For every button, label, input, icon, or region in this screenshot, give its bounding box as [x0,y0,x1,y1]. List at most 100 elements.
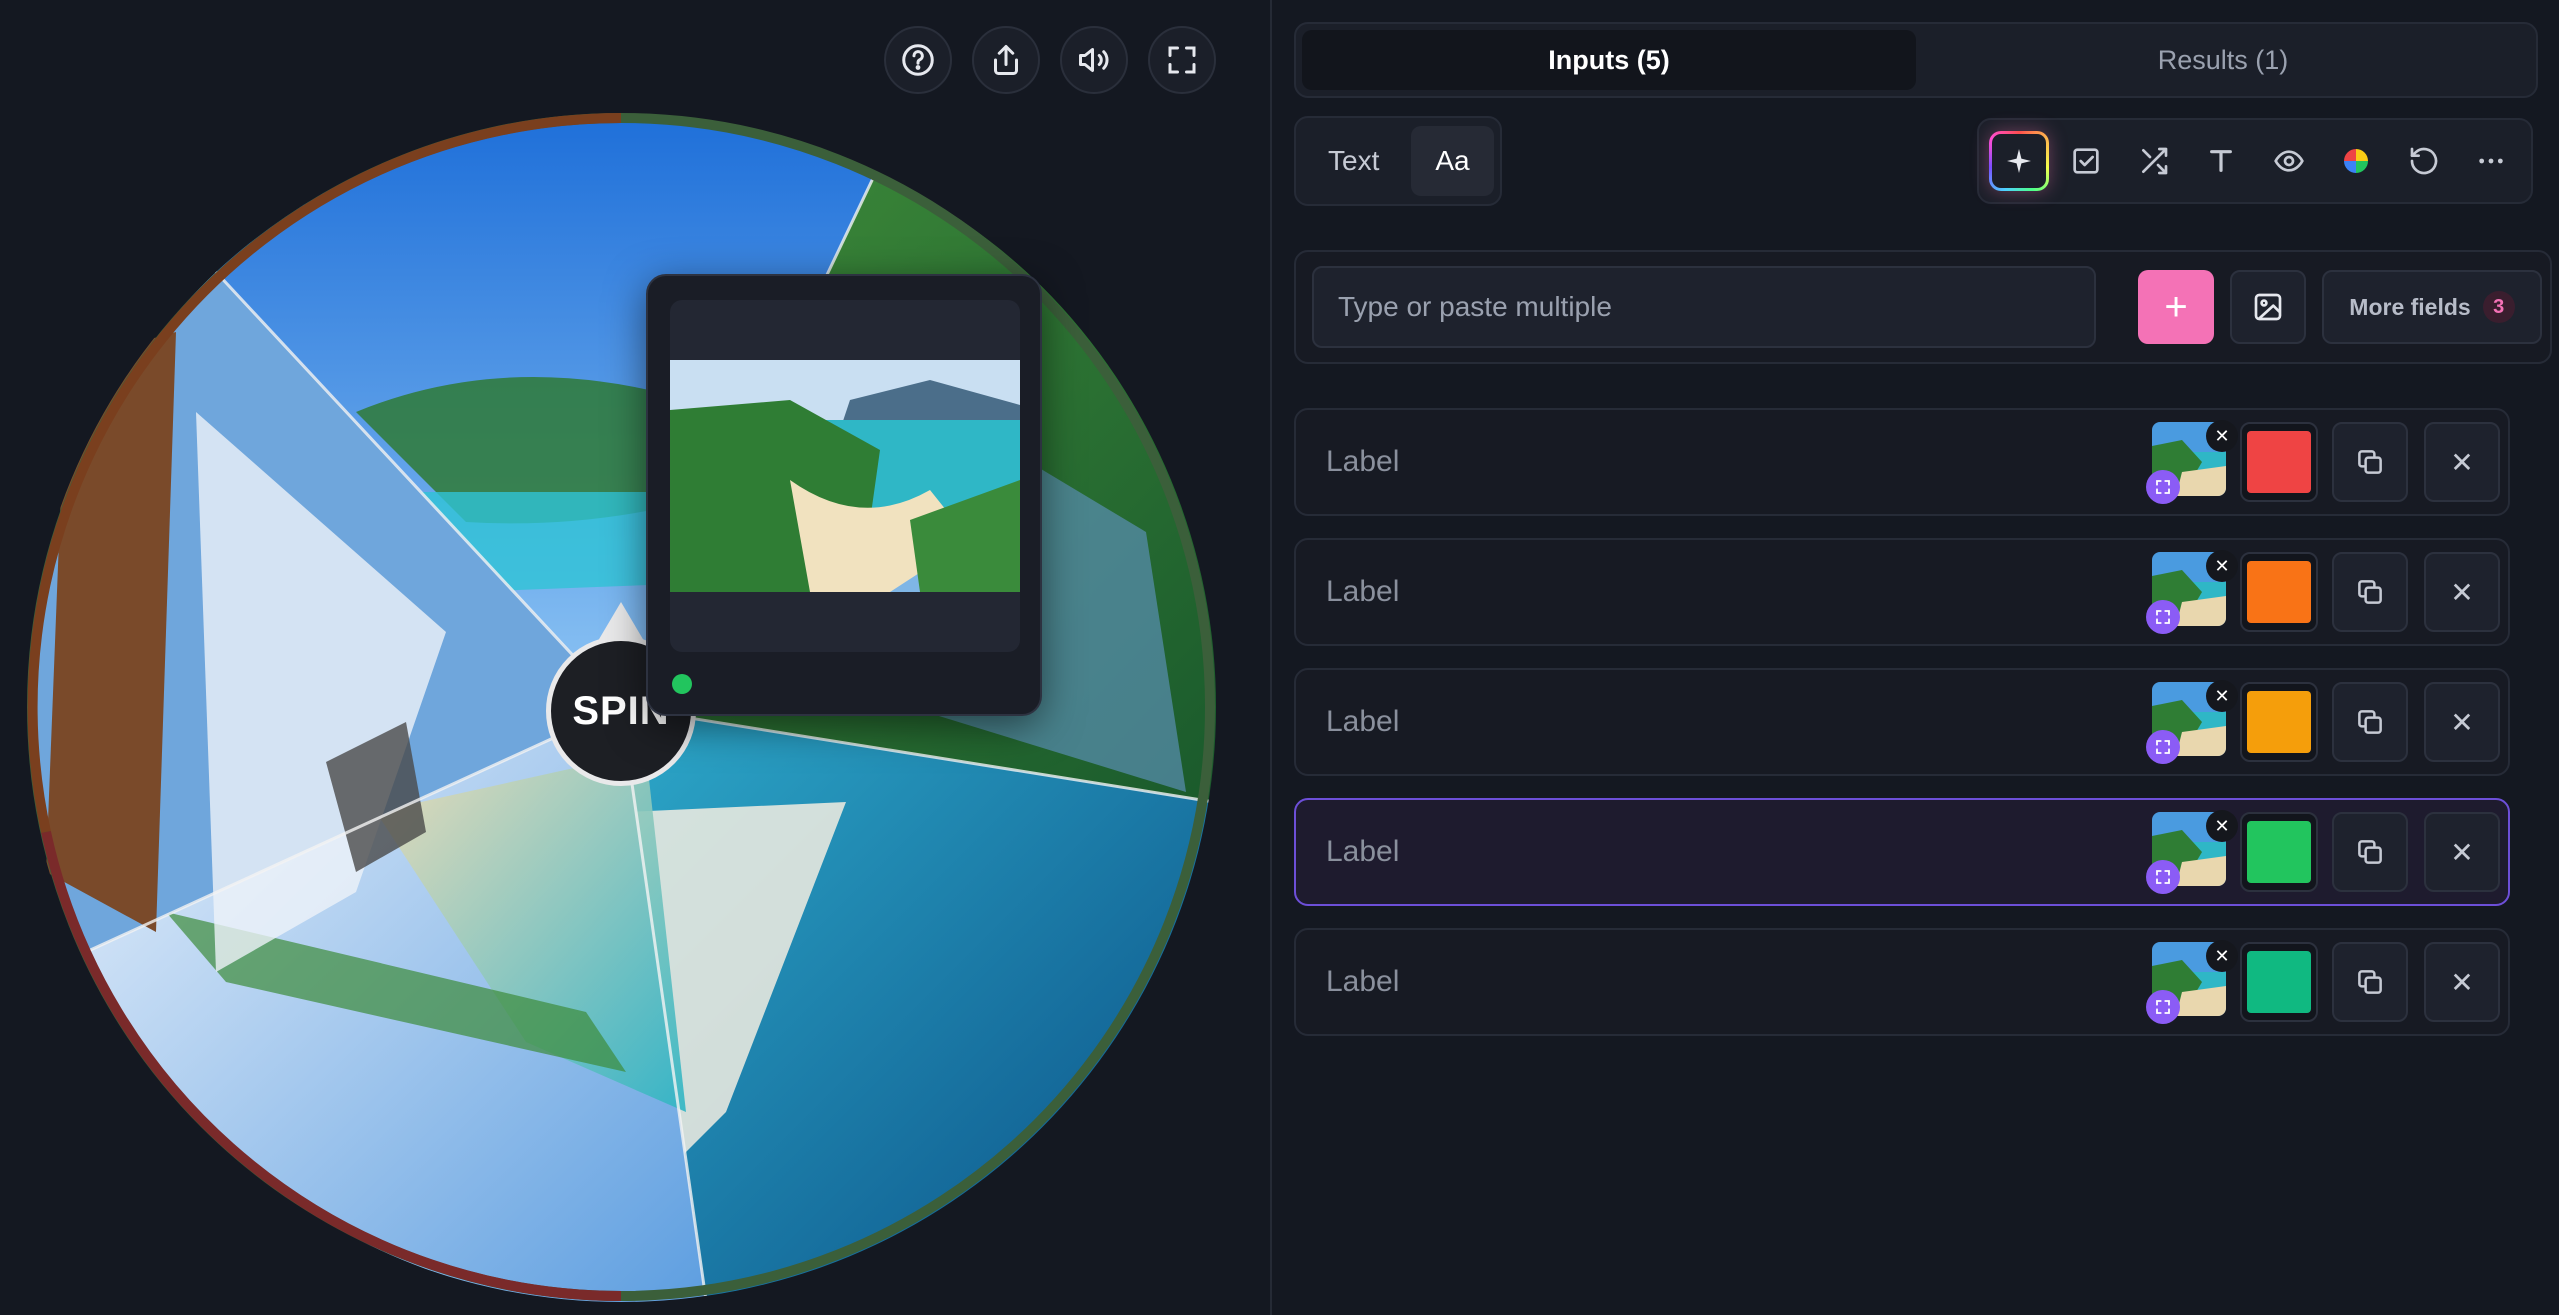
fullscreen-button[interactable] [1148,26,1216,94]
remove-image-button[interactable]: ✕ [2206,420,2238,452]
crop-icon [2156,740,2170,754]
entry-color-picker[interactable] [2240,942,2318,1022]
crop-image-button[interactable] [2146,470,2180,504]
plus-icon: + [2164,284,2188,329]
text-format-button[interactable] [2192,131,2252,191]
status-dot [672,674,692,694]
close-icon: ✕ [2450,576,2474,608]
remove-image-button[interactable]: ✕ [2206,550,2238,582]
close-icon: ✕ [2450,966,2474,998]
remove-image-button[interactable]: ✕ [2206,680,2238,712]
delete-entry-button[interactable]: ✕ [2424,682,2500,762]
close-icon: ✕ [2450,446,2474,478]
duplicate-entry-button[interactable] [2332,942,2408,1022]
help-icon [902,44,934,76]
delete-entry-button[interactable]: ✕ [2424,422,2500,502]
entry-row: Label ✕ ✕ [1294,668,2510,776]
shuffle-icon [2141,147,2168,175]
entry-color-picker[interactable] [2240,552,2318,632]
copy-icon [2358,840,2382,864]
duplicate-entry-button[interactable] [2332,682,2408,762]
ai-generate-button[interactable] [1989,131,2049,191]
input-mode-switch: Text Aa [1294,116,1502,206]
duplicate-entry-button[interactable] [2332,422,2408,502]
entry-label-input[interactable]: Label [1326,410,2106,514]
entry-row: Label ✕ ✕ [1294,798,2510,906]
color-wheel-icon [2344,149,2369,173]
crop-image-button[interactable] [2146,600,2180,634]
delete-entry-button[interactable]: ✕ [2424,942,2500,1022]
entry-label-input[interactable]: Label [1326,800,2106,904]
close-icon: ✕ [2450,706,2474,738]
wheel-panel: SPIN [0,0,1270,1315]
crop-icon [2156,870,2170,884]
preview-image [670,360,1020,592]
entry-label-input[interactable]: Label [1326,670,2106,774]
sound-button[interactable] [1060,26,1128,94]
fullscreen-icon [1168,46,1196,74]
add-entry-button[interactable]: + [2138,270,2214,344]
reset-button[interactable] [2394,131,2454,191]
color-theme-button[interactable] [2327,131,2387,191]
crop-image-button[interactable] [2146,990,2180,1024]
shuffle-button[interactable] [2124,131,2184,191]
more-icon [2479,158,2504,164]
share-button[interactable] [972,26,1040,94]
checkbox-icon [2073,148,2099,174]
crop-image-button[interactable] [2146,730,2180,764]
entry-row: Label ✕ ✕ [1294,928,2510,1036]
delete-entry-button[interactable]: ✕ [2424,552,2500,632]
remove-image-button[interactable]: ✕ [2206,940,2238,972]
wheel-toolbar [884,26,1216,94]
entry-color-picker[interactable] [2240,422,2318,502]
tab-inputs[interactable]: Inputs (5) [1302,30,1916,90]
select-all-button[interactable] [2057,131,2117,191]
crop-icon [2156,480,2170,494]
mode-case-button[interactable]: Aa [1411,126,1494,196]
image-icon [2254,293,2282,321]
crop-icon [2156,610,2170,624]
close-icon: ✕ [2450,836,2474,868]
entry-color-picker[interactable] [2240,812,2318,892]
entry-color-picker[interactable] [2240,682,2318,762]
remove-image-button[interactable]: ✕ [2206,810,2238,842]
entry-row: Label ✕ ✕ [1294,408,2510,516]
visibility-button[interactable] [2259,131,2319,191]
entry-bar: + More fields 3 [1294,250,2552,364]
crop-image-button[interactable] [2146,860,2180,894]
entries-list: Label ✕ ✕ Label ✕ ✕ Label ✕ ✕ Label ✕ ✕ … [1294,408,2510,1058]
duplicate-entry-button[interactable] [2332,812,2408,892]
more-options-button[interactable] [2462,131,2522,191]
entry-label-input[interactable]: Label [1326,540,2106,644]
reset-icon [2410,147,2438,175]
more-fields-label: More fields [2349,293,2471,320]
copy-icon [2358,580,2382,604]
delete-entry-button[interactable]: ✕ [2424,812,2500,892]
text-format-icon [2210,150,2233,172]
add-image-button[interactable] [2230,270,2306,344]
color-swatch [2247,561,2311,623]
eye-icon [2273,150,2304,172]
help-button[interactable] [884,26,952,94]
bulk-entry-input[interactable] [1312,266,2096,348]
tab-results[interactable]: Results (1) [1916,30,2530,90]
entry-label-input[interactable]: Label [1326,930,2106,1034]
duplicate-entry-button[interactable] [2332,552,2408,632]
color-swatch [2247,821,2311,883]
crop-icon [2156,1000,2170,1014]
color-swatch [2247,691,2311,753]
copy-icon [2358,710,2382,734]
color-swatch [2247,431,2311,493]
ai-sparkle-icon [2006,149,2031,173]
more-fields-button[interactable]: More fields 3 [2322,270,2542,344]
mode-text-button[interactable]: Text [1304,126,1403,196]
inputs-panel: Inputs (5) Results (1) Text Aa Type or p… [1272,0,2559,1315]
copy-icon [2358,450,2382,474]
copy-icon [2358,970,2382,994]
share-icon [994,45,1018,75]
sound-icon [1079,48,1109,72]
entry-row: Label ✕ ✕ [1294,538,2510,646]
image-preview-popover [646,274,1042,716]
panel-tabs: Inputs (5) Results (1) [1294,22,2538,98]
color-swatch [2247,951,2311,1013]
